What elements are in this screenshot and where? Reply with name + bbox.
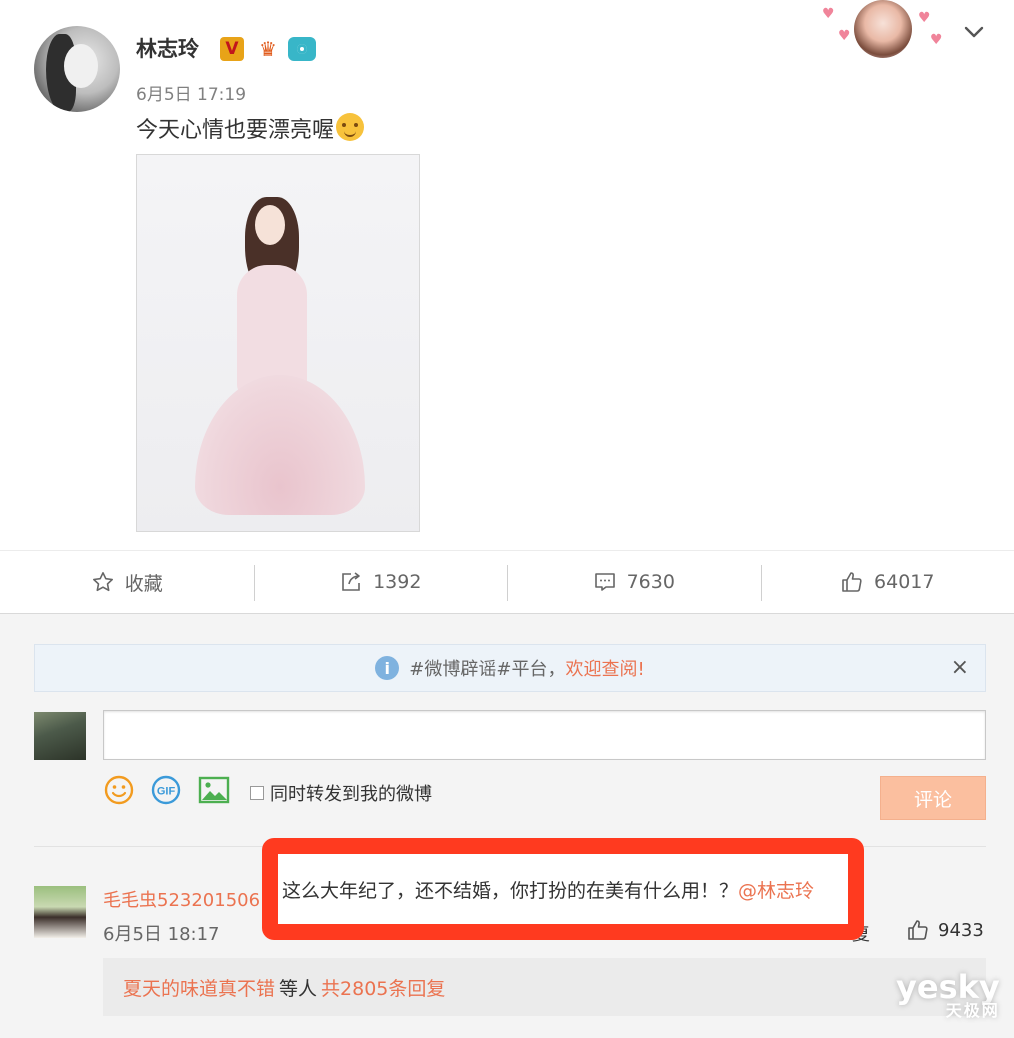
post-timestamp[interactable]: 6月5日 17:19 (136, 80, 246, 105)
smile-icon (104, 775, 134, 805)
author-avatar[interactable] (34, 26, 120, 112)
comment-timestamp: 6月5日 18:17 (103, 924, 220, 945)
gif-icon: GIF (151, 775, 181, 805)
mention-link[interactable]: @林志玲 (738, 880, 814, 902)
comment-text: 这么大年纪了，还不结婚，你打扮的在美有什么用！？@林志玲 (282, 876, 814, 903)
post-action-bar: 收藏 1392 7630 64017 (0, 550, 1014, 614)
replies-total-link[interactable]: 共2805条回复 (321, 974, 445, 1001)
svg-text:GIF: GIF (157, 786, 176, 798)
current-user-avatar[interactable] (34, 712, 86, 760)
image-upload-button[interactable] (198, 774, 230, 806)
weibo-post: 林志玲 V ♛ 6月5日 17:19 今天心情也要漂亮喔 ♥ ♥ ♥ ♥ (0, 0, 1014, 550)
repost-icon (342, 572, 360, 591)
post-photo[interactable] (136, 154, 420, 532)
notice-text: #微博辟谣#平台， (409, 659, 566, 680)
comment-input[interactable] (103, 710, 986, 760)
highlighted-comment-box: 这么大年纪了，还不结婚，你打扮的在美有什么用！？@林志玲 (262, 838, 864, 940)
heart-icon: ♥ (918, 10, 931, 26)
commenter-avatar[interactable] (34, 886, 86, 938)
post-text: 今天心情也要漂亮喔 (136, 112, 365, 144)
verified-badge-icon: V (220, 37, 244, 61)
heart-icon: ♥ (838, 28, 851, 44)
sync-label: 同时转发到我的微博 (270, 784, 432, 805)
like-count: 64017 (874, 571, 935, 593)
notice-link[interactable]: 欢迎查阅! (565, 655, 644, 681)
image-icon (198, 776, 230, 804)
repost-count: 1392 (373, 571, 422, 593)
like-button[interactable]: 64017 (760, 551, 1014, 613)
replies-middle-text: 等人 (279, 977, 318, 1000)
hugging-face-emoji-icon (336, 113, 365, 141)
reply-user-link[interactable]: 夏天的味道真不错 (123, 974, 275, 1001)
thumbs-up-icon (908, 920, 928, 940)
emoji-picker-button[interactable] (103, 774, 135, 806)
repost-button[interactable]: 1392 (253, 551, 508, 613)
crown-badge-icon: ♛ (259, 37, 277, 61)
comments-section: i #微博辟谣#平台， 欢迎查阅! × GIF 同时转发到我的微博 评论 毛毛虫… (0, 614, 1014, 1038)
decoration-portrait (854, 0, 912, 58)
submit-comment-button[interactable]: 评论 (880, 776, 986, 820)
info-icon: i (375, 656, 400, 680)
heart-icon: ♥ (930, 32, 943, 48)
heart-icon: ♥ (822, 6, 835, 22)
thumbs-up-icon (842, 572, 862, 592)
chevron-down-icon[interactable] (962, 20, 986, 44)
rumor-notice-banner: i #微博辟谣#平台， 欢迎查阅! × (34, 644, 986, 692)
comment-body: 这么大年纪了，还不结婚，你打扮的在美有什么用！？ (282, 879, 739, 902)
star-icon (92, 572, 113, 592)
sync-checkbox[interactable] (250, 786, 264, 800)
post-text-content: 今天心情也要漂亮喔 (136, 118, 335, 143)
comment-count: 7630 (626, 571, 675, 593)
comment-like-button[interactable]: 9433 (906, 918, 984, 942)
comment-button[interactable]: 7630 (507, 551, 761, 613)
profile-decoration-card: ♥ ♥ ♥ ♥ (818, 0, 948, 58)
commenter-name[interactable]: 毛毛虫523201506 (103, 886, 260, 912)
sync-repost-option[interactable]: 同时转发到我的微博 (250, 780, 432, 806)
comment-icon (594, 573, 615, 591)
favorite-button[interactable]: 收藏 (0, 551, 254, 613)
replies-summary[interactable]: 夏天的味道真不错 等人 共2805条回复 (103, 958, 986, 1016)
favorite-label: 收藏 (124, 572, 163, 595)
yesky-watermark: yesky 天极网 (896, 971, 1000, 1020)
author-name[interactable]: 林志玲 (136, 33, 199, 63)
camera-badge-icon (288, 37, 316, 61)
gif-picker-button[interactable]: GIF (150, 774, 182, 806)
close-icon[interactable]: × (951, 655, 969, 680)
comment-like-count: 9433 (938, 919, 984, 941)
